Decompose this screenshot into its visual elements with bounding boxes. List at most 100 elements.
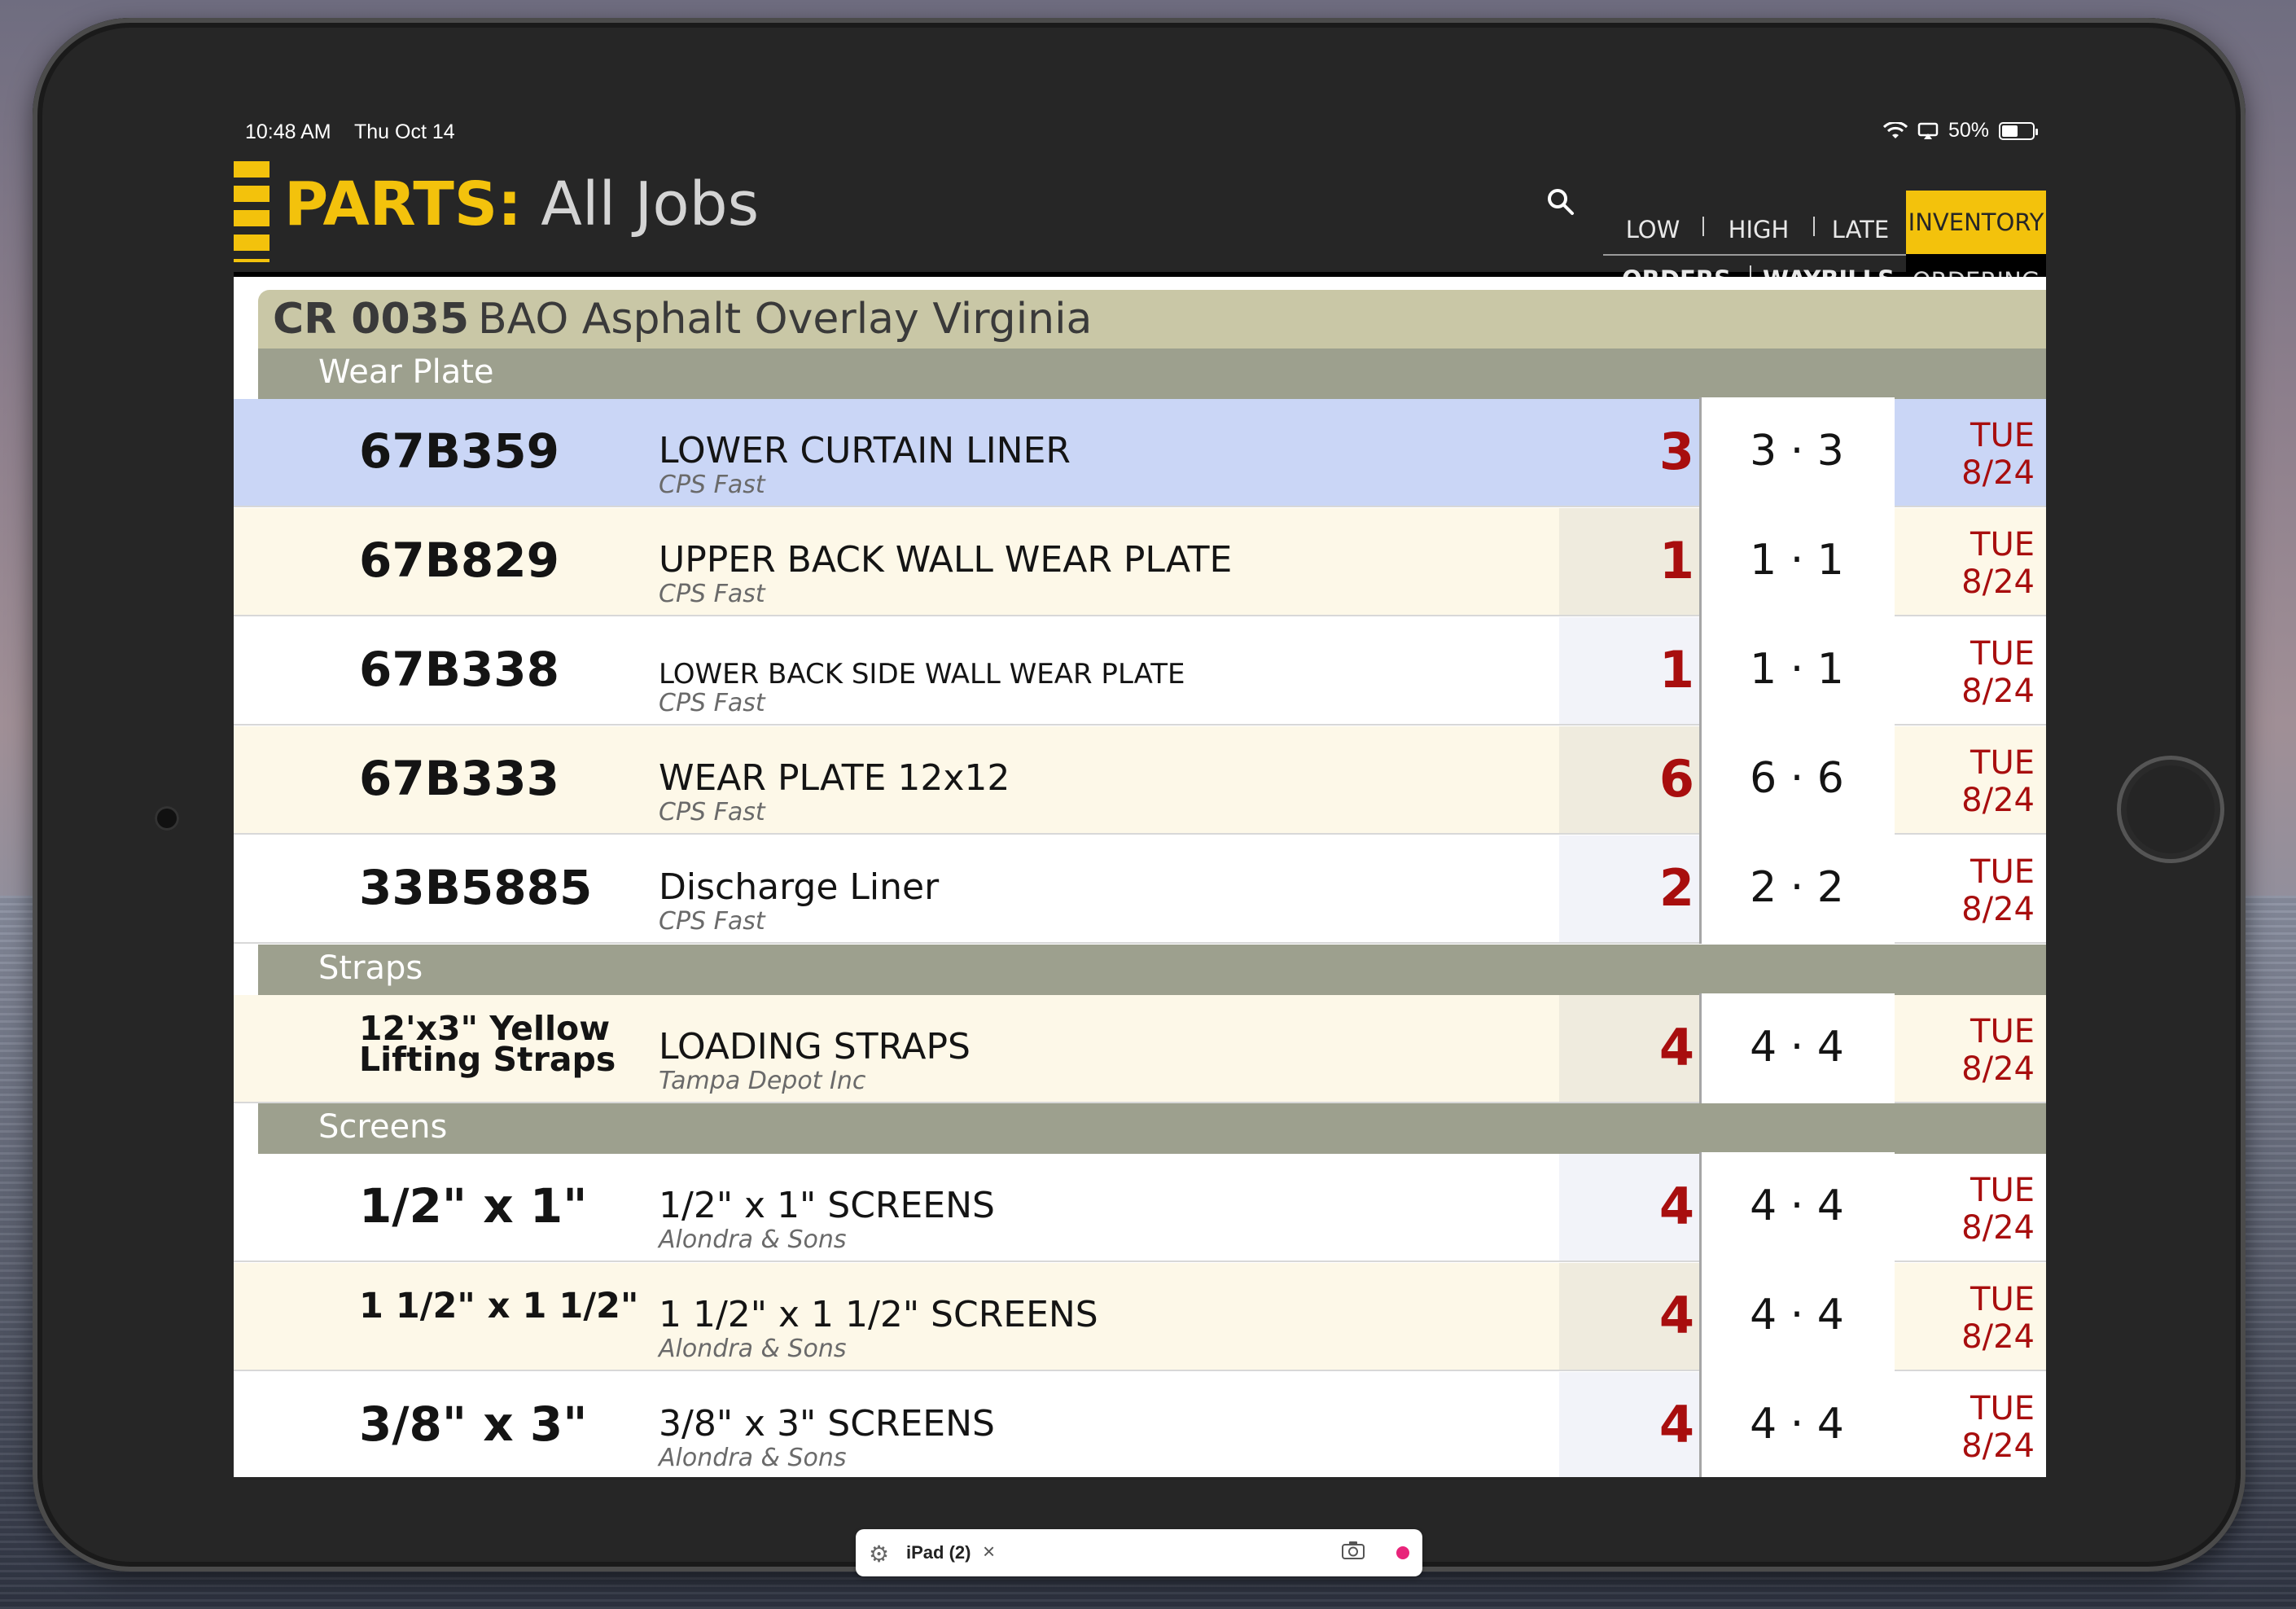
tab-high[interactable]: HIGH <box>1704 208 1813 251</box>
quantity-needed: 1 <box>1658 640 1694 699</box>
quantity-needed: 6 <box>1658 749 1694 809</box>
part-number: 3/8" x 3" <box>359 1396 588 1452</box>
battery-percent: 50% <box>1948 119 1989 142</box>
title-suffix: All Jobs <box>541 169 760 239</box>
vendor-name: Alondra & Sons <box>659 1444 847 1472</box>
table-row[interactable]: 12'x3" Yellow Lifting Straps LOADING STR… <box>234 993 2046 1103</box>
due-date: TUE 8/24 <box>1961 1013 2035 1088</box>
part-number: 67B333 <box>359 751 559 806</box>
vendor-name: Tampa Depot Inc <box>659 1067 866 1095</box>
quantity-ratio: 1 · 1 <box>1750 536 1844 585</box>
due-date: TUE 8/24 <box>1961 1281 2035 1356</box>
part-number: 33B5885 <box>359 860 593 915</box>
camera-icon[interactable] <box>1341 1541 1365 1560</box>
vendor-name: CPS Fast <box>659 580 765 608</box>
page-title: PARTS: All Jobs <box>284 169 759 239</box>
quantity-ratio: 4 · 4 <box>1750 1291 1844 1339</box>
quantity-needed: 4 <box>1658 1018 1694 1077</box>
part-number: 1 1/2" x 1 1/2" <box>359 1286 639 1326</box>
status-time: 10:48 AM <box>245 121 331 143</box>
quantity-needed: 1 <box>1658 531 1694 590</box>
part-description: LOADING STRAPS <box>659 1026 971 1068</box>
menu-stripes-icon[interactable] <box>234 161 269 262</box>
status-right: 50% <box>1882 119 2038 142</box>
category-header: Screens <box>258 1103 2046 1154</box>
close-icon[interactable]: × <box>983 1539 995 1564</box>
category-name: Screens <box>318 1108 448 1146</box>
part-number: 67B338 <box>359 642 559 697</box>
vendor-name: CPS Fast <box>659 798 765 826</box>
wifi-icon <box>1882 121 1908 138</box>
part-description: LOWER CURTAIN LINER <box>659 430 1071 471</box>
quantity-ratio: 4 · 4 <box>1750 1400 1844 1449</box>
table-row[interactable]: 33B5885 Discharge Liner CPS Fast 2 2 · 2… <box>234 834 2046 944</box>
vendor-name: CPS Fast <box>659 471 765 499</box>
device-label: iPad (2) <box>906 1542 971 1563</box>
part-description: LOWER BACK SIDE WALL WEAR PLATE <box>659 658 1185 691</box>
table-row[interactable]: 3/8" x 3" 3/8" x 3" SCREENS Alondra & So… <box>234 1370 2046 1477</box>
category-header: Wear Plate <box>258 349 2046 399</box>
quantity-needed: 4 <box>1658 1395 1694 1454</box>
app-header: PARTS: All Jobs LOW HIGH LATE INVENTORY … <box>234 153 2046 308</box>
quantity-needed: 4 <box>1658 1286 1694 1345</box>
ipad-screen: 10:48 AM Thu Oct 14 50% PARTS: All Jobs <box>234 112 2046 1477</box>
status-bar: 10:48 AM Thu Oct 14 50% <box>234 112 2046 153</box>
vendor-name: Alondra & Sons <box>659 1225 847 1254</box>
quantity-ratio: 3 · 3 <box>1750 427 1844 476</box>
simulator-toolbar: ⚙ iPad (2) × <box>856 1529 1422 1576</box>
category-header: Straps <box>258 945 2046 995</box>
gear-icon[interactable]: ⚙ <box>869 1541 889 1567</box>
due-date: TUE 8/24 <box>1961 853 2035 928</box>
home-button[interactable] <box>2117 756 2224 863</box>
status-date: Thu Oct 14 <box>354 121 455 143</box>
table-row[interactable]: 1/2" x 1" 1/2" x 1" SCREENS Alondra & So… <box>234 1152 2046 1262</box>
tab-low[interactable]: LOW <box>1603 208 1702 251</box>
title-prefix: PARTS: <box>284 169 522 239</box>
part-description: 1 1/2" x 1 1/2" SCREENS <box>659 1294 1098 1335</box>
part-description: 1/2" x 1" SCREENS <box>659 1185 995 1226</box>
quantity-needed: 4 <box>1658 1177 1694 1236</box>
vendor-name: CPS Fast <box>659 907 765 936</box>
record-indicator-icon[interactable] <box>1396 1546 1409 1559</box>
quantity-ratio: 4 · 4 <box>1750 1023 1844 1072</box>
category-name: Wear Plate <box>318 353 494 391</box>
screen-mirroring-icon <box>1917 122 1939 139</box>
table-row[interactable]: 67B333 WEAR PLATE 12x12 CPS Fast 6 6 · 6… <box>234 725 2046 835</box>
table-row[interactable]: 67B338 LOWER BACK SIDE WALL WEAR PLATE C… <box>234 616 2046 726</box>
quantity-ratio: 6 · 6 <box>1750 754 1844 803</box>
part-number: 67B829 <box>359 533 559 588</box>
due-date: TUE 8/24 <box>1961 1172 2035 1247</box>
due-date: TUE 8/24 <box>1961 1390 2035 1465</box>
vendor-name: Alondra & Sons <box>659 1335 847 1363</box>
table-row[interactable]: 67B829 UPPER BACK WALL WEAR PLATE CPS Fa… <box>234 506 2046 616</box>
quantity-needed: 2 <box>1658 858 1694 918</box>
due-date: TUE 8/24 <box>1961 526 2035 601</box>
vendor-name: CPS Fast <box>659 689 765 717</box>
tab-inventory[interactable]: INVENTORY <box>1906 191 2046 254</box>
part-description: UPPER BACK WALL WEAR PLATE <box>659 539 1233 581</box>
due-date: TUE 8/24 <box>1961 635 2035 710</box>
part-number: 12'x3" Yellow Lifting Straps <box>359 1009 616 1079</box>
part-description: WEAR PLATE 12x12 <box>659 757 1010 799</box>
due-date: TUE 8/24 <box>1961 744 2035 819</box>
part-description: 3/8" x 3" SCREENS <box>659 1403 995 1445</box>
quantity-needed: 3 <box>1658 422 1694 481</box>
due-date: TUE 8/24 <box>1961 417 2035 492</box>
battery-icon <box>1999 121 2038 140</box>
parts-list: CR 0035 BAO Asphalt Overlay Virginia Wea… <box>234 277 2046 1477</box>
job-name: BAO Asphalt Overlay Virginia <box>478 295 1093 344</box>
quantity-ratio: 2 · 2 <box>1750 863 1844 912</box>
category-name: Straps <box>318 949 423 987</box>
part-description: Discharge Liner <box>659 866 940 908</box>
front-camera <box>155 806 179 831</box>
quantity-ratio: 1 · 1 <box>1750 645 1844 694</box>
job-header[interactable]: CR 0035 BAO Asphalt Overlay Virginia <box>258 290 2046 349</box>
job-id: CR 0035 <box>273 295 470 344</box>
part-number: 1/2" x 1" <box>359 1178 588 1234</box>
search-icon[interactable] <box>1546 187 1575 217</box>
table-row[interactable]: 1 1/2" x 1 1/2" 1 1/2" x 1 1/2" SCREENS … <box>234 1261 2046 1371</box>
part-number: 67B359 <box>359 423 559 479</box>
table-row[interactable]: 67B359 LOWER CURTAIN LINER CPS Fast 3 3 … <box>234 397 2046 507</box>
tab-late[interactable]: LATE <box>1815 208 1906 251</box>
quantity-ratio: 4 · 4 <box>1750 1182 1844 1230</box>
